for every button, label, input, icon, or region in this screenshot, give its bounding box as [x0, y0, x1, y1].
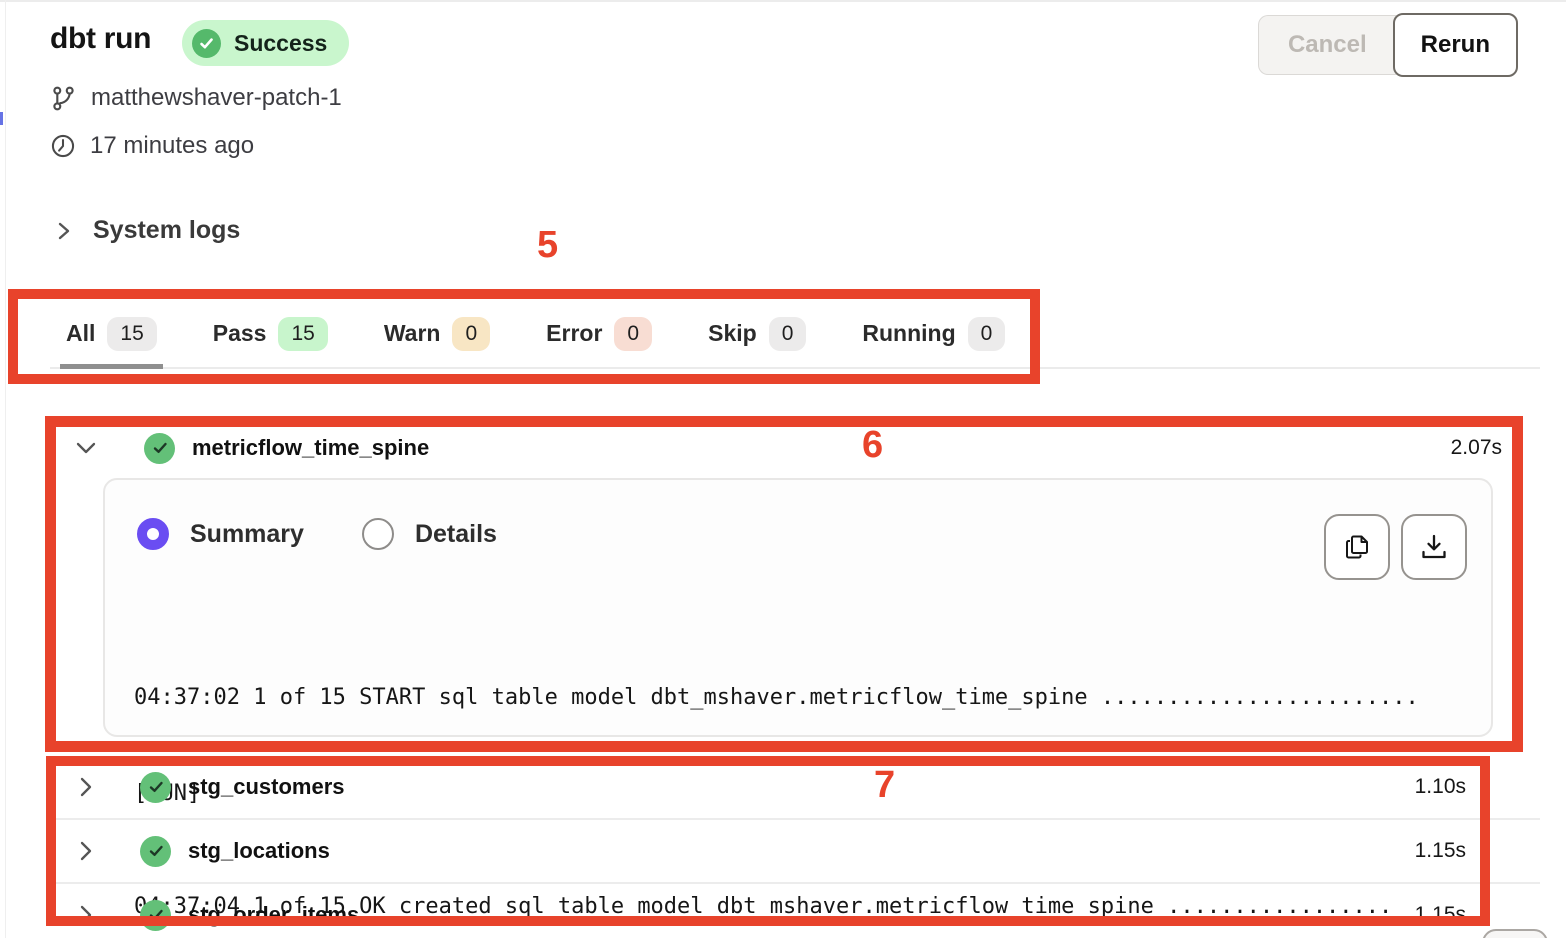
chevron-right-icon: [56, 220, 72, 242]
model-name: stg_locations: [188, 838, 330, 864]
model-row-stg-customers[interactable]: stg_customers 1.10s: [46, 756, 1540, 820]
run-actions: Cancel Rerun: [1258, 13, 1518, 77]
model-rows-list: stg_customers 1.10s stg_locations 1.15s …: [46, 756, 1540, 938]
copy-logs-button[interactable]: [1324, 514, 1390, 580]
chevron-down-icon[interactable]: [74, 440, 98, 456]
log-line: 04:37:02 1 of 15 START sql table model d…: [134, 682, 1464, 714]
chevron-right-icon[interactable]: [78, 839, 94, 863]
model-row-stg-locations[interactable]: stg_locations 1.15s: [46, 820, 1540, 884]
time-row: 17 minutes ago: [50, 132, 254, 160]
tab-skip-count: 0: [769, 317, 807, 351]
tab-running[interactable]: Running 0: [862, 300, 1005, 367]
model-duration: 1.15s: [1415, 903, 1540, 927]
model-row-stg-order-items[interactable]: stg_order_items 1.15s: [46, 884, 1540, 938]
system-logs-label: System logs: [93, 216, 240, 245]
tab-pass-label: Pass: [213, 320, 267, 347]
window-top-border: [0, 0, 1566, 2]
model-row-metricflow-time-spine[interactable]: metricflow_time_spine 2.07s: [60, 428, 1510, 468]
model-duration: 2.07s: [1451, 436, 1510, 460]
copy-icon: [1342, 532, 1372, 562]
chevron-right-icon[interactable]: [78, 903, 94, 927]
model-success-icon: [140, 772, 171, 803]
clock-icon: [50, 133, 76, 159]
tab-error[interactable]: Error 0: [546, 300, 652, 367]
radio-selected-icon: [137, 518, 169, 550]
model-success-icon: [140, 836, 171, 867]
git-branch-icon: [50, 85, 77, 112]
tab-skip-label: Skip: [708, 320, 757, 347]
tab-warn-label: Warn: [384, 320, 441, 347]
branch-name: matthewshaver-patch-1: [91, 84, 342, 112]
success-check-icon: [192, 29, 221, 58]
tab-pass[interactable]: Pass 15: [213, 300, 328, 367]
tab-running-label: Running: [862, 320, 955, 347]
chevron-right-icon[interactable]: [78, 775, 94, 799]
tab-skip[interactable]: Skip 0: [708, 300, 806, 367]
model-success-icon: [144, 433, 175, 464]
result-filter-tabs: All 15 Pass 15 Warn 0 Error 0 Skip 0 Run…: [50, 300, 1540, 369]
tab-warn[interactable]: Warn 0: [384, 300, 490, 367]
panel-left-border: [5, 0, 6, 938]
cancel-button[interactable]: Cancel: [1258, 15, 1396, 75]
status-badge-label: Success: [234, 30, 327, 57]
time-ago-label: 17 minutes ago: [90, 132, 254, 160]
model-name: stg_order_items: [188, 902, 359, 928]
floating-button-partial[interactable]: [1482, 929, 1548, 938]
model-success-icon: [140, 900, 171, 931]
model-log-card: Summary Details: [103, 478, 1493, 737]
model-name: metricflow_time_spine: [192, 435, 429, 461]
radio-unselected-icon: [362, 518, 394, 550]
download-logs-button[interactable]: [1401, 514, 1467, 580]
model-duration: 1.10s: [1415, 775, 1540, 799]
tab-error-label: Error: [546, 320, 602, 347]
model-name: stg_customers: [188, 774, 345, 800]
details-radio-label: Details: [415, 520, 497, 549]
system-logs-toggle[interactable]: System logs: [56, 216, 240, 245]
tab-all[interactable]: All 15: [66, 300, 157, 367]
tab-warn-count: 0: [452, 317, 490, 351]
dbt-run-page: dbt run Success Cancel Rerun matthewshav…: [0, 0, 1566, 938]
left-edge-blue-marker: [0, 112, 3, 125]
tab-all-label: All: [66, 320, 95, 347]
summary-radio-label: Summary: [190, 520, 304, 549]
log-view-mode-group: Summary Details: [137, 518, 497, 550]
tab-all-count: 15: [107, 317, 156, 351]
details-radio[interactable]: Details: [362, 518, 497, 550]
summary-radio[interactable]: Summary: [137, 518, 304, 550]
download-icon: [1419, 532, 1449, 562]
status-badge: Success: [182, 20, 349, 66]
tab-error-count: 0: [614, 317, 652, 351]
annotation-label-5: 5: [537, 224, 558, 267]
page-title: dbt run: [50, 22, 151, 56]
rerun-button[interactable]: Rerun: [1393, 13, 1518, 77]
tab-running-count: 0: [968, 317, 1006, 351]
branch-row: matthewshaver-patch-1: [50, 84, 342, 112]
tab-pass-count: 15: [278, 317, 327, 351]
model-duration: 1.15s: [1415, 839, 1540, 863]
